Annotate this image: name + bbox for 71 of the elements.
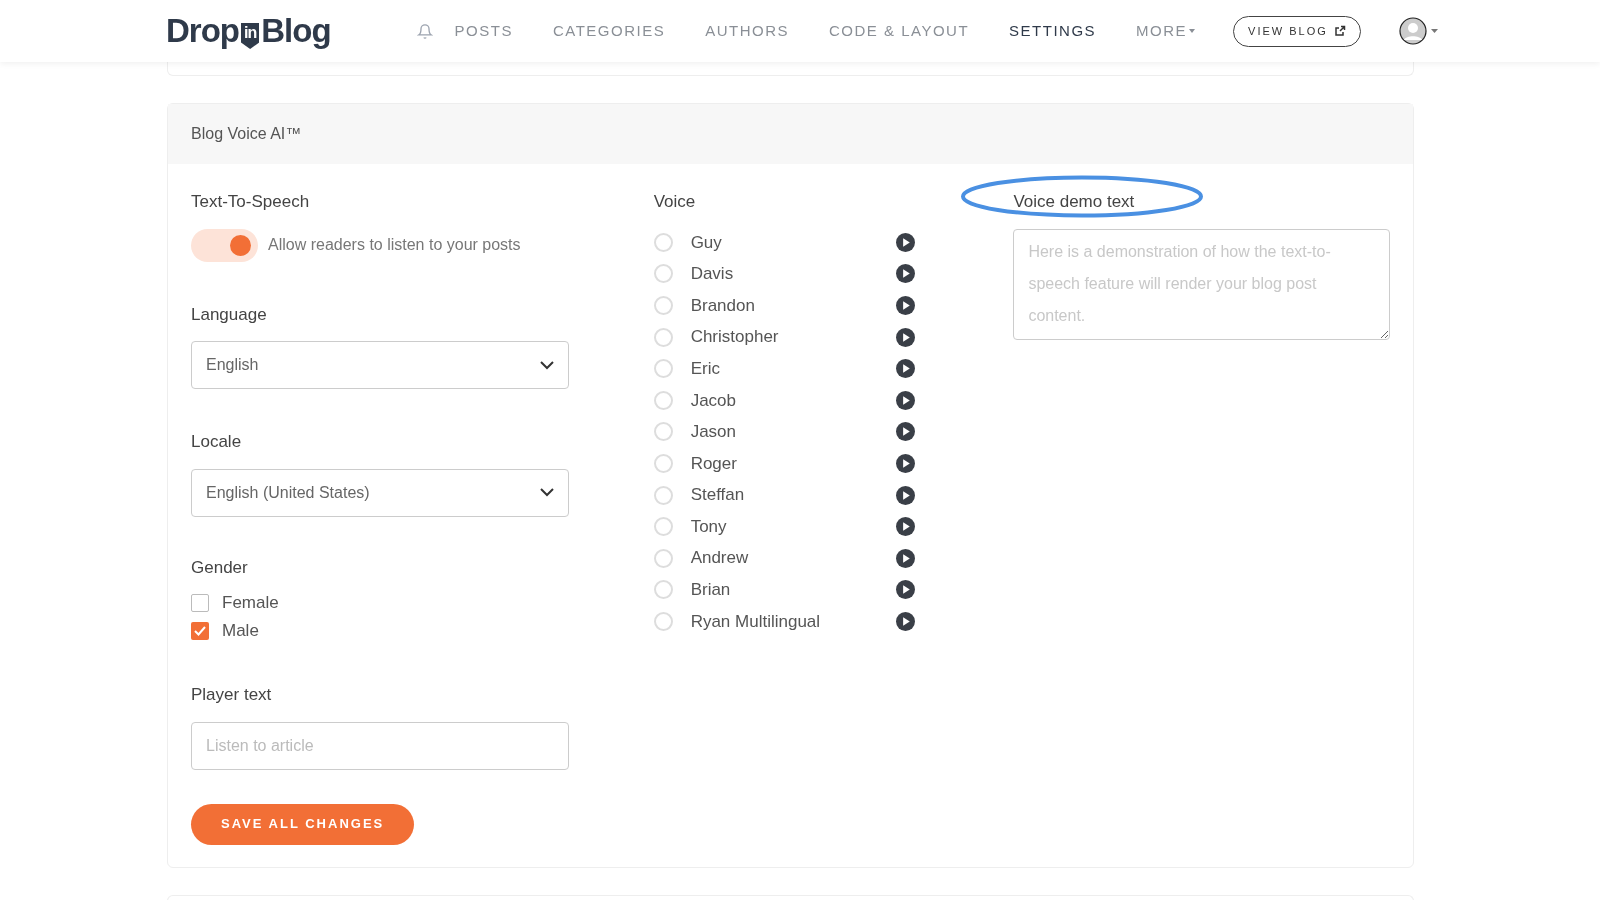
- save-all-changes-button[interactable]: SAVE ALL CHANGES: [191, 803, 415, 845]
- bell-icon[interactable]: [416, 22, 433, 40]
- caret-icon[interactable]: [1430, 29, 1438, 33]
- voice-option-label: Guy: [690, 231, 723, 254]
- voice-option-label: Ryan Multilingual: [690, 610, 822, 633]
- voice-option-label: Jason: [690, 421, 737, 444]
- play-icon[interactable]: [896, 453, 916, 473]
- radio-button[interactable]: [653, 327, 673, 347]
- chevron-down-icon: [539, 488, 554, 497]
- avatar-icon[interactable]: [1398, 17, 1427, 45]
- field-label: Language: [191, 303, 268, 326]
- play-icon[interactable]: [896, 422, 916, 442]
- checkbox[interactable]: [191, 594, 209, 612]
- play-icon[interactable]: [896, 359, 916, 379]
- player-text-field[interactable]: Listen to article: [191, 721, 569, 770]
- play-icon[interactable]: [896, 327, 916, 347]
- play-icon[interactable]: [896, 296, 916, 315]
- field-label: Voice: [653, 191, 697, 213]
- external-link-icon: [1333, 25, 1346, 37]
- radio-button[interactable]: [653, 232, 673, 252]
- radio-button[interactable]: [653, 422, 673, 442]
- checkbox[interactable]: [191, 622, 209, 640]
- voice-option-label: Christopher: [690, 326, 780, 349]
- checkbox-label: Male: [222, 620, 259, 643]
- radio-button[interactable]: [653, 485, 673, 505]
- play-icon[interactable]: [896, 390, 916, 410]
- logo[interactable]: Drop in Blog: [166, 6, 331, 56]
- voice-option-label: Roger: [690, 452, 738, 475]
- nav-link[interactable]: CATEGORIES: [552, 19, 666, 43]
- radio-button[interactable]: [653, 390, 673, 410]
- toggle-switch[interactable]: [191, 228, 258, 262]
- radio-button[interactable]: [653, 548, 673, 568]
- card-title: Blog Voice AI™: [191, 124, 302, 144]
- nav-link[interactable]: AUTHORS: [705, 19, 789, 43]
- radio-button[interactable]: [653, 453, 673, 473]
- field-label: Gender: [191, 556, 249, 579]
- field-label: Text-To-Speech: [191, 191, 311, 213]
- voice-option-label: Steffan: [690, 484, 746, 507]
- radio-button[interactable]: [653, 611, 673, 631]
- play-icon[interactable]: [896, 517, 916, 537]
- checkbox-label: Female: [222, 592, 279, 615]
- nav-link[interactable]: MORE: [1136, 19, 1196, 43]
- voice-option-label: Davis: [690, 263, 735, 286]
- voice-option-label: Eric: [690, 357, 721, 380]
- nav-link[interactable]: CODE & LAYOUT: [829, 19, 970, 43]
- voice-option-label: Tony: [690, 515, 728, 538]
- nav-link[interactable]: POSTS: [454, 19, 513, 43]
- chevron-down-icon: [539, 360, 554, 370]
- field-label: Locale: [191, 431, 243, 453]
- voice-option-label: Andrew: [690, 547, 750, 570]
- radio-button[interactable]: [653, 517, 673, 537]
- radio-button[interactable]: [653, 296, 673, 315]
- toggle-label: Allow readers to listen to your posts: [268, 235, 521, 255]
- play-icon[interactable]: [896, 548, 916, 568]
- play-icon[interactable]: [896, 232, 916, 252]
- radio-button[interactable]: [653, 359, 673, 379]
- field-label: Player text: [191, 684, 273, 706]
- nav-link[interactable]: SETTINGS: [1009, 19, 1097, 43]
- language-select[interactable]: English: [191, 341, 569, 389]
- voice-option-label: Jacob: [690, 389, 737, 412]
- play-icon[interactable]: [896, 264, 916, 284]
- voice-option-label: Brian: [690, 579, 732, 602]
- radio-button[interactable]: [653, 580, 673, 600]
- field-label: Voice demo text: [1013, 191, 1136, 213]
- play-icon[interactable]: [896, 485, 916, 505]
- radio-button[interactable]: [653, 264, 673, 284]
- play-icon[interactable]: [896, 611, 916, 631]
- voice-option-label: Brandon: [690, 294, 756, 317]
- caret-icon[interactable]: [1189, 29, 1196, 33]
- locale-select[interactable]: English (United States): [191, 468, 569, 517]
- play-icon[interactable]: [896, 580, 916, 600]
